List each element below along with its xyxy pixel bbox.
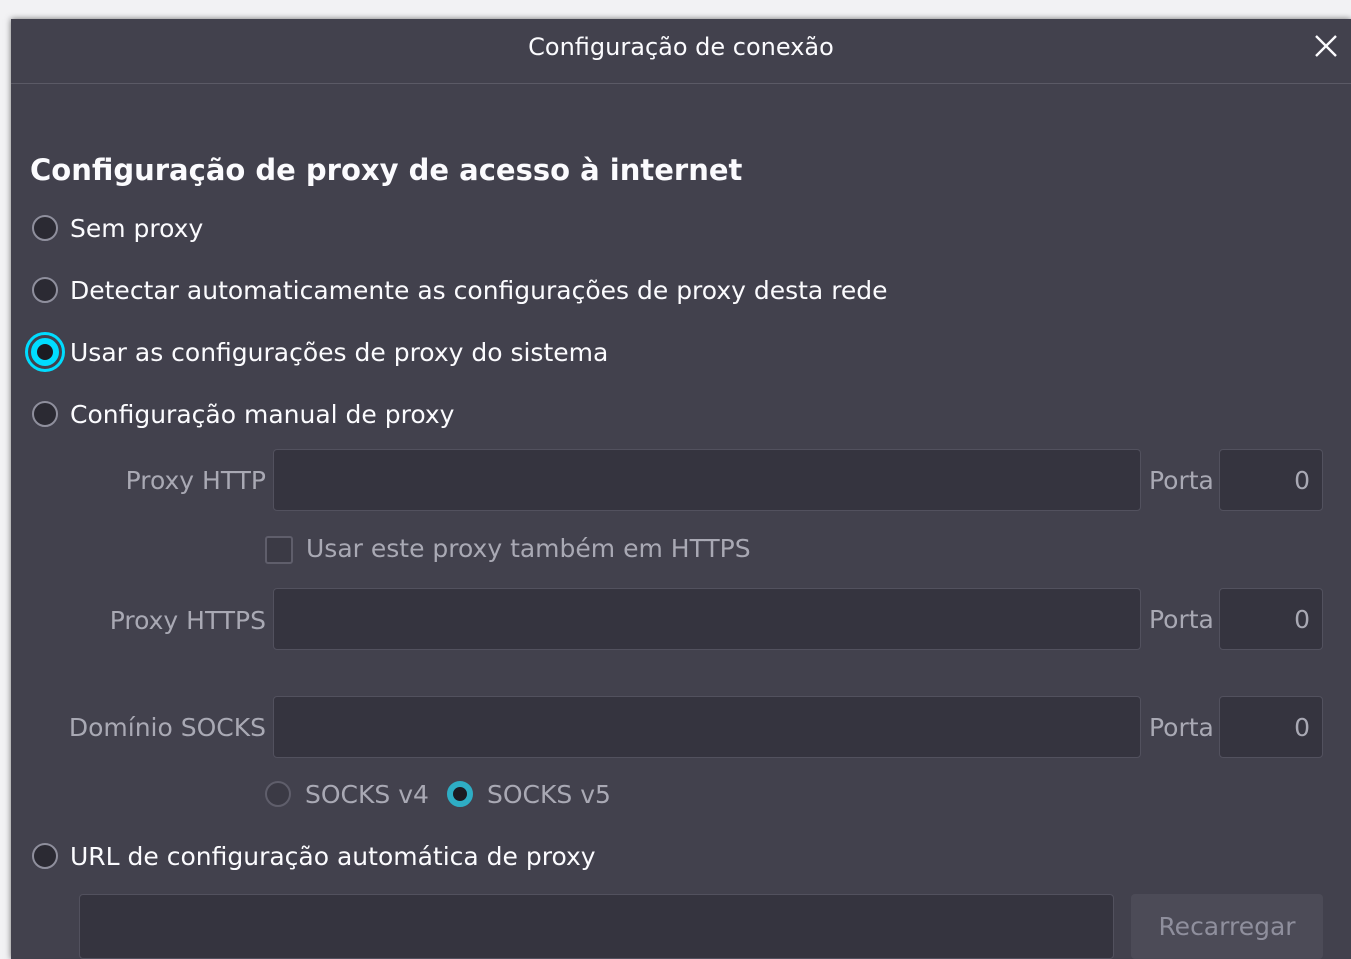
radio-system-proxy-label: Usar as configurações de proxy do sistem… [70, 337, 609, 367]
radio-circle[interactable] [32, 843, 58, 869]
http-proxy-input[interactable] [273, 449, 1141, 511]
socks-v4-option[interactable]: SOCKS v4 [265, 777, 429, 811]
socks-v4-label: SOCKS v4 [305, 779, 429, 809]
http-port-label: Porta [1149, 465, 1214, 495]
socks-host-label: Domínio SOCKS [68, 712, 266, 742]
radio-auto-detect[interactable]: Detectar automaticamente as configuraçõe… [32, 273, 888, 307]
https-proxy-label: Proxy HTTPS [109, 605, 266, 635]
radio-manual-proxy[interactable]: Configuração manual de proxy [32, 397, 454, 431]
socks-v5-label: SOCKS v5 [487, 779, 611, 809]
http-port-input[interactable]: 0 [1219, 449, 1323, 511]
radio-circle[interactable] [265, 781, 291, 807]
radio-no-proxy-label: Sem proxy [70, 213, 204, 243]
radio-auto-config-url[interactable]: URL de configuração automática de proxy [32, 839, 596, 873]
radio-circle-selected[interactable] [25, 332, 65, 372]
also-https-label: Usar este proxy também em HTTPS [306, 534, 751, 563]
dialog-title: Configuração de conexão [528, 33, 834, 61]
socks-port-label: Porta [1149, 712, 1214, 742]
radio-no-proxy[interactable]: Sem proxy [32, 211, 203, 245]
radio-circle[interactable] [32, 401, 58, 427]
also-https-checkbox[interactable] [265, 536, 293, 564]
https-port-label: Porta [1149, 604, 1214, 634]
connection-settings-dialog: Configuração de conexão Configuração de … [11, 19, 1351, 959]
radio-auto-detect-label: Detectar automaticamente as configuraçõe… [70, 275, 888, 305]
radio-auto-config-url-label: URL de configuração automática de proxy [70, 841, 596, 871]
socks-v5-option[interactable]: SOCKS v5 [447, 777, 611, 811]
close-icon[interactable] [1311, 31, 1341, 61]
radio-circle[interactable] [32, 215, 58, 241]
http-proxy-label: Proxy HTTP [125, 465, 266, 495]
socks-port-input[interactable]: 0 [1219, 696, 1323, 758]
radio-circle[interactable] [32, 277, 58, 303]
radio-circle-selected[interactable] [447, 781, 473, 807]
reload-button[interactable]: Recarregar [1131, 894, 1323, 959]
auto-config-url-input[interactable] [79, 894, 1114, 959]
radio-manual-proxy-label: Configuração manual de proxy [70, 399, 455, 429]
https-port-input[interactable]: 0 [1219, 588, 1323, 650]
section-title: Configuração de proxy de acesso à intern… [30, 153, 743, 187]
dialog-titlebar: Configuração de conexão [11, 19, 1351, 84]
https-proxy-input[interactable] [273, 588, 1141, 650]
radio-system-proxy[interactable]: Usar as configurações de proxy do sistem… [25, 332, 609, 372]
socks-host-input[interactable] [273, 696, 1141, 758]
